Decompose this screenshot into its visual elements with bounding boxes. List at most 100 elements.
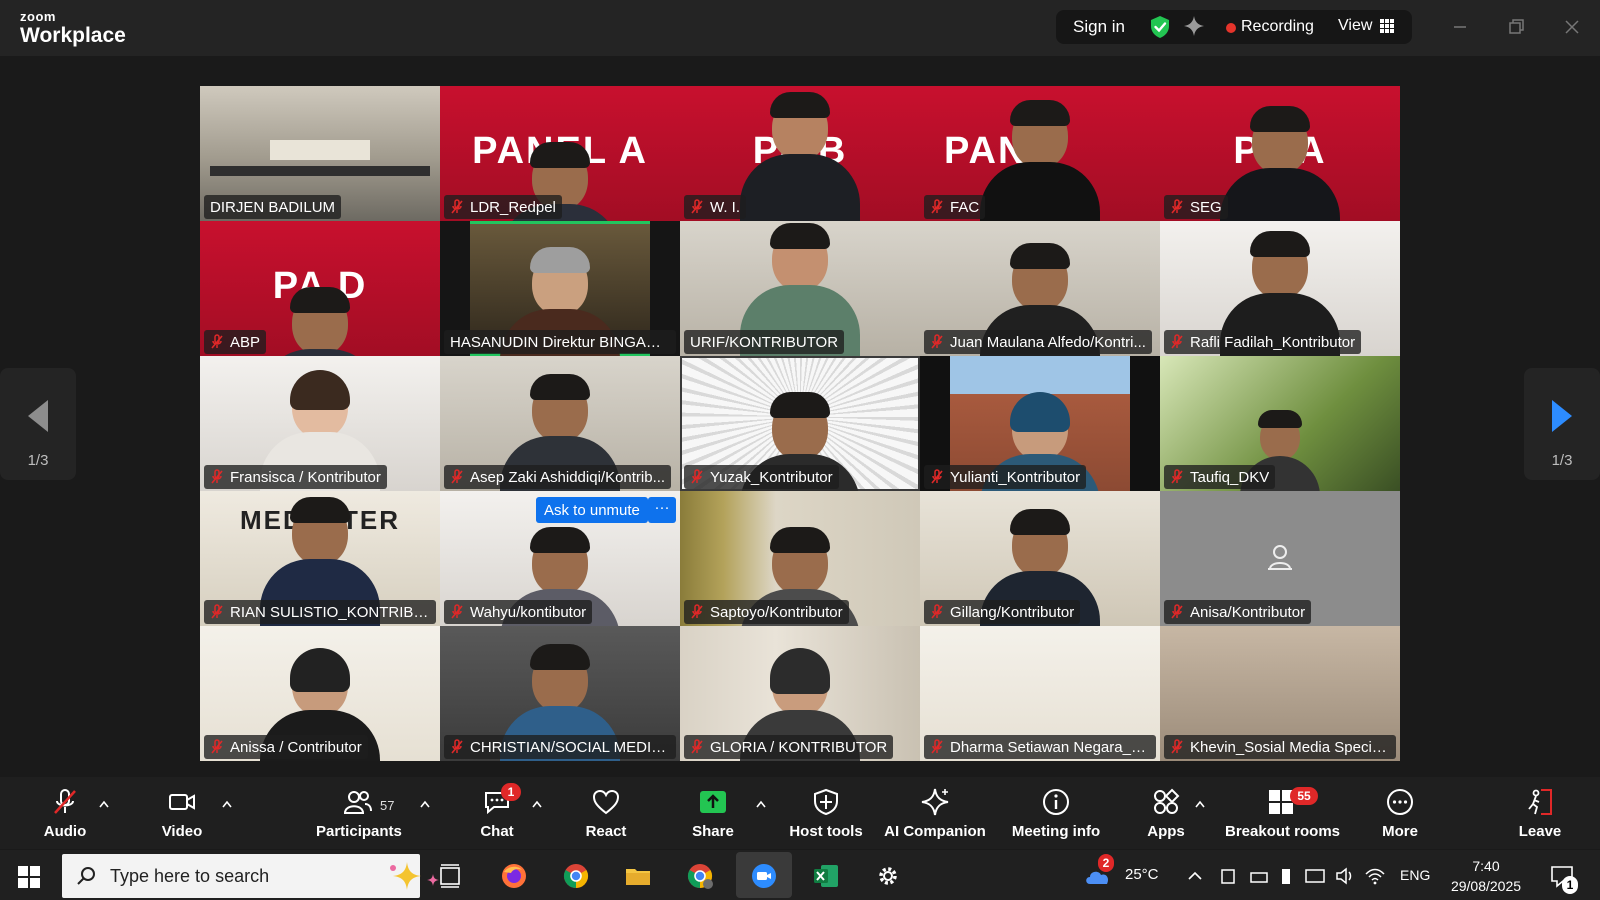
participant-name-tag: Anissa / Contributor xyxy=(204,735,368,759)
close-icon[interactable] xyxy=(1558,13,1586,41)
video-tile[interactable]: MEDIA TER RIAN SULISTIO_KONTRIBUT... xyxy=(200,491,440,626)
video-button[interactable]: Video xyxy=(154,787,210,843)
video-tile[interactable]: DIRJEN BADILUM xyxy=(200,86,440,221)
microphone-muted-icon xyxy=(931,739,943,754)
security-shield-icon[interactable] xyxy=(1149,15,1171,39)
apps-icon xyxy=(1154,788,1180,814)
participant-name-tag: Fransisca / Kontributor xyxy=(204,465,387,489)
display-icon[interactable] xyxy=(1304,862,1326,890)
microphone-muted-icon xyxy=(211,469,223,484)
caret-up-icon[interactable] xyxy=(419,799,431,809)
video-tile[interactable]: GLORIA / KONTRIBUTOR xyxy=(680,626,920,761)
participant-name: Juan Maulana Alfedo/Kontri... xyxy=(950,333,1146,351)
video-tile[interactable]: Gillang/Kontributor xyxy=(920,491,1160,626)
video-tile[interactable]: Rafli Fadilah_Kontributor xyxy=(1160,221,1400,356)
recording-label[interactable]: Recording xyxy=(1241,18,1314,36)
meeting-info-label: Meeting info xyxy=(1011,823,1101,840)
video-tile-active-speaker[interactable]: HASANUDIN Direktur BINGANIS xyxy=(440,221,680,356)
video-tile[interactable]: Yuzak_Kontributor xyxy=(680,356,920,491)
firefox-icon[interactable] xyxy=(500,862,528,890)
video-tile[interactable]: Juan Maulana Alfedo/Kontri... xyxy=(920,221,1160,356)
video-tile[interactable]: Yulianti_Kontributor xyxy=(920,356,1160,491)
participant-name: Khevin_Sosial Media Special... xyxy=(1190,738,1390,756)
view-button[interactable]: View xyxy=(1338,17,1372,35)
info-icon xyxy=(1043,789,1069,815)
apps-button[interactable]: Apps xyxy=(1146,787,1186,843)
share-button[interactable]: Share xyxy=(688,787,738,843)
breakout-rooms-button[interactable]: Breakout rooms xyxy=(1225,787,1340,843)
video-tile-camera-off[interactable]: Anisa/Kontributor xyxy=(1160,491,1400,626)
battery-icon[interactable] xyxy=(1278,862,1294,890)
video-tile[interactable]: Ask to unmute ··· Wahyu/kontibutor xyxy=(440,491,680,626)
more-button[interactable]: More xyxy=(1374,787,1426,843)
video-tile[interactable]: PANEL A LDR_Redpel xyxy=(440,86,680,221)
chrome-profile-icon[interactable] xyxy=(686,862,714,890)
participant-name: W. I. xyxy=(710,198,740,216)
microphone-muted-icon xyxy=(451,739,463,754)
participant-name: GLORIA / KONTRIBUTOR xyxy=(710,738,888,756)
meeting-info-button[interactable]: Meeting info xyxy=(1008,787,1104,843)
react-button[interactable]: React xyxy=(580,787,632,843)
minimize-icon[interactable] xyxy=(1446,13,1474,41)
brand-big: Workplace xyxy=(20,24,126,47)
participants-button[interactable]: Participants xyxy=(316,787,402,843)
video-tile[interactable]: Saptoyo/Kontributor xyxy=(680,491,920,626)
video-tile[interactable]: PA D ABP xyxy=(200,221,440,356)
video-tile[interactable]: Dharma Setiawan Negara_K... xyxy=(920,626,1160,761)
leave-button[interactable]: Leave xyxy=(1514,787,1566,843)
grid-view-icon[interactable] xyxy=(1380,19,1394,33)
microphone-muted-icon xyxy=(691,469,703,484)
host-tools-button[interactable]: Host tools xyxy=(784,787,868,843)
participant-name-tag: Anisa/Kontributor xyxy=(1164,600,1312,624)
video-tile[interactable]: PAN FAC xyxy=(920,86,1160,221)
language-indicator[interactable]: ENG xyxy=(1400,867,1430,883)
chrome-icon[interactable] xyxy=(562,862,590,890)
file-explorer-icon[interactable] xyxy=(624,862,652,890)
apps-label: Apps xyxy=(1147,823,1185,840)
chat-unread-badge: 1 xyxy=(501,783,521,801)
caret-up-icon[interactable] xyxy=(98,799,110,809)
clock-date: 29/08/2025 xyxy=(1450,878,1522,894)
wifi-icon[interactable] xyxy=(1364,862,1386,890)
audio-button[interactable]: Audio xyxy=(36,787,94,843)
excel-icon[interactable] xyxy=(812,862,840,890)
tile-more-button[interactable]: ··· xyxy=(648,497,676,523)
sign-in-button[interactable]: Sign in xyxy=(1073,17,1125,37)
temperature[interactable]: 25°C xyxy=(1125,866,1159,883)
network-adapter-icon[interactable] xyxy=(1248,862,1270,890)
restore-icon[interactable] xyxy=(1502,13,1530,41)
participant-name: Wahyu/kontibutor xyxy=(470,603,587,621)
video-tile[interactable]: PA B W. I. xyxy=(680,86,920,221)
participants-icon xyxy=(343,791,372,814)
tray-device-icon[interactable] xyxy=(1218,862,1238,890)
participant-name-tag: RIAN SULISTIO_KONTRIBUT... xyxy=(204,600,436,624)
ai-sparkle-icon[interactable] xyxy=(1183,15,1205,37)
participant-name: Yulianti_Kontributor xyxy=(950,468,1081,486)
video-tile[interactable]: Anissa / Contributor xyxy=(200,626,440,761)
zoom-app-icon[interactable] xyxy=(750,862,778,890)
taskbar-search-box[interactable]: Type here to search xyxy=(62,854,439,898)
video-tile[interactable]: CHRISTIAN/SOCIAL MEDIA S... xyxy=(440,626,680,761)
video-tile[interactable]: Asep Zaki Ashiddiqi/Kontrib... xyxy=(440,356,680,491)
previous-page-button[interactable]: 1/3 xyxy=(0,368,76,480)
next-page-button[interactable]: 1/3 xyxy=(1524,368,1600,480)
volume-icon[interactable] xyxy=(1334,862,1356,890)
ai-companion-button[interactable]: AI Companion xyxy=(883,787,987,843)
settings-gear-icon[interactable] xyxy=(874,862,902,890)
system-clock[interactable]: 7:40 29/08/2025 xyxy=(1450,856,1522,896)
video-tile[interactable]: Fransisca / Kontributor xyxy=(200,356,440,491)
caret-up-icon[interactable] xyxy=(531,799,543,809)
video-tile[interactable]: PA A SEG xyxy=(1160,86,1400,221)
ask-to-unmute-button[interactable]: Ask to unmute xyxy=(536,497,648,523)
participant-name-tag: Khevin_Sosial Media Special... xyxy=(1164,735,1396,759)
video-tile[interactable]: Khevin_Sosial Media Special... xyxy=(1160,626,1400,761)
windows-start-icon[interactable] xyxy=(18,866,40,888)
participant-name-tag: Taufiq_DKV xyxy=(1164,465,1276,489)
video-tile[interactable]: Taufiq_DKV xyxy=(1160,356,1400,491)
chevron-up-icon[interactable] xyxy=(1187,862,1203,890)
caret-up-icon[interactable] xyxy=(755,799,767,809)
video-tile[interactable]: URIF/KONTRIBUTOR xyxy=(680,221,920,356)
caret-up-icon[interactable] xyxy=(1194,799,1206,809)
caret-up-icon[interactable] xyxy=(221,799,233,809)
task-view-icon[interactable] xyxy=(436,862,464,890)
